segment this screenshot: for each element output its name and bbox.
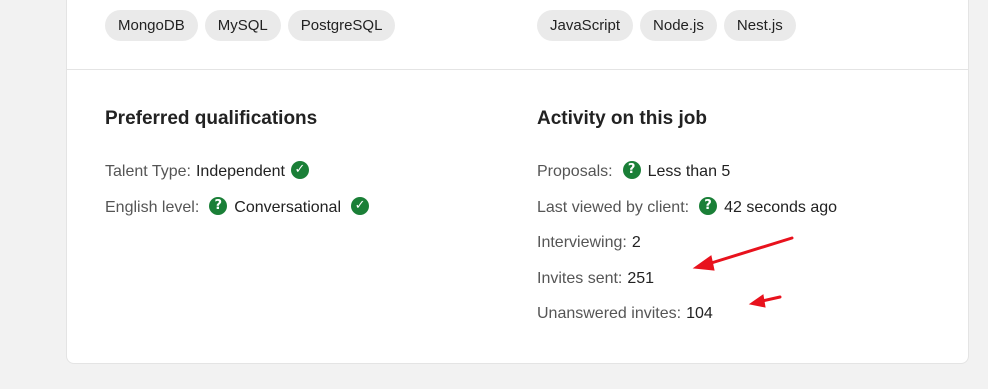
check-circle-icon: ✓ [351,197,370,215]
talent-type-label: Talent Type: [105,163,191,180]
interviewing-row: Interviewing: 2 [537,232,641,254]
proposals-value: Less than 5 [647,163,731,180]
skill-chip[interactable]: PostgreSQL [287,10,396,41]
skill-chip[interactable]: Nest.js [723,10,796,41]
last-viewed-row: Last viewed by client: ? 42 seconds ago [537,197,837,219]
interviewing-value: 2 [631,234,641,251]
unanswered-invites-value: 104 [686,305,713,322]
check-circle-icon: ✓ [290,161,309,179]
invites-sent-row: Invites sent: 251 [537,268,654,290]
english-level-value: Conversational [234,199,342,216]
invites-sent-value: 251 [627,270,655,287]
skill-chip[interactable]: JavaScript [537,10,634,41]
skill-chip[interactable]: Node.js [640,10,717,41]
section-divider [67,69,968,70]
activity-title: Activity on this job [537,108,707,129]
unanswered-invites-label: Unanswered invites: [537,305,682,322]
english-level-label: English level: [105,199,200,216]
skill-chip[interactable]: MySQL [204,10,281,41]
proposals-row: Proposals: ? Less than 5 [537,161,730,183]
unanswered-invites-row: Unanswered invites: 104 [537,303,713,325]
question-circle-icon[interactable]: ? [622,161,641,179]
talent-type-row: Talent Type: Independent ✓ [105,161,309,183]
preferred-qualifications-title: Preferred qualifications [105,108,318,129]
english-level-row: English level: ? Conversational ✓ [105,197,370,219]
skills-list-left: MongoDB MySQL PostgreSQL [105,10,396,41]
last-viewed-value: 42 seconds ago [724,199,838,216]
proposals-label: Proposals: [537,163,613,180]
talent-type-value: Independent [195,163,285,180]
last-viewed-label: Last viewed by client: [537,199,690,216]
skills-list-right: JavaScript Node.js Nest.js [537,10,796,41]
interviewing-label: Interviewing: [537,234,627,251]
question-circle-icon[interactable]: ? [699,197,718,215]
invites-sent-label: Invites sent: [537,270,623,287]
skill-chip[interactable]: MongoDB [105,10,198,41]
question-circle-icon[interactable]: ? [209,197,228,215]
